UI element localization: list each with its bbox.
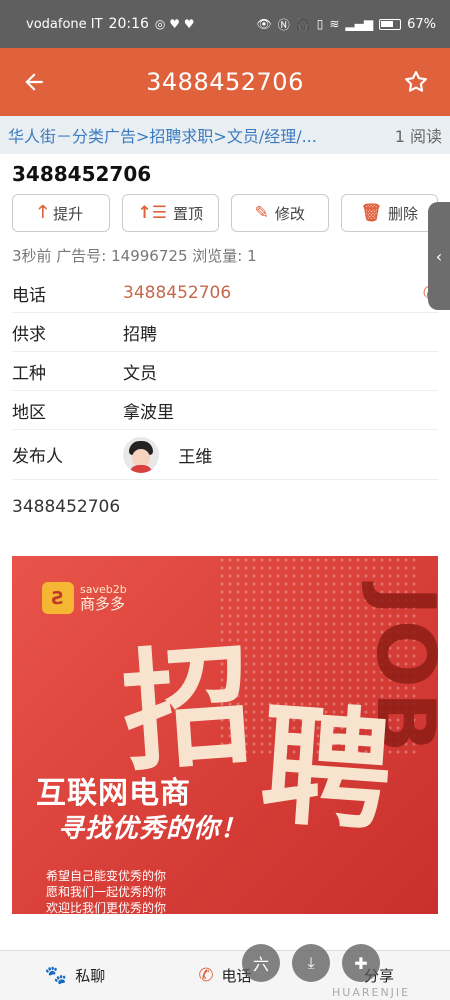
wifi-icon: ≋ <box>329 17 340 31</box>
favorite-button[interactable] <box>382 48 450 116</box>
download-icon: ⤓ <box>307 953 315 972</box>
info-table: 电话 3488452706 ✆ 供求 招聘 工种 文员 地区 拿波里 发布人 王… <box>12 274 438 480</box>
job-value: 文员 <box>123 363 157 384</box>
banner-small-line: 愿和我们一起优秀的你 <box>46 885 167 899</box>
phone-icon: ✆ <box>198 965 214 986</box>
type-label: 供求 <box>12 324 46 345</box>
area-label: 地区 <box>12 402 46 423</box>
banner-logo-en: saveb2b <box>80 582 127 596</box>
battery-percent: 67% <box>407 16 436 32</box>
chat-label: 私聊 <box>75 967 106 985</box>
poster-info[interactable]: 王维 <box>123 436 438 473</box>
info-row-phone: 电话 3488452706 ✆ <box>12 274 438 313</box>
chevron-left-icon: ‹ <box>435 246 443 266</box>
breadcrumb-bar: 华人街－分类广告>招聘求职>文员/经理/... 1 阅读 <box>0 116 450 154</box>
pin-top-button[interactable]: ↑☰ 置顶 <box>121 194 219 232</box>
paw-icon: 🐾 <box>44 965 68 986</box>
floating-tools: 六 ⤓ ✚ <box>242 944 380 982</box>
six-icon: 六 <box>252 955 269 974</box>
signal-icon: ▂▄▆ <box>345 17 374 31</box>
post-title: 3488452706 <box>12 162 152 186</box>
phone-label: 电话 <box>12 285 46 306</box>
recruitment-banner-image: JOB Ƨ saveb2b 商多多 招 聘 互联网电商 寻找优秀的你！ 希望自己… <box>12 556 438 914</box>
vibrate-icon: ▯ <box>316 17 324 31</box>
banner-small-text: 希望自己能变优秀的你 愿和我们一起优秀的你 欢迎比我们更优秀的你 <box>46 868 166 914</box>
download-button[interactable]: ⤓ <box>292 944 330 982</box>
post-meta: 3秒前 广告号: 14996725 浏览量: 1 <box>12 247 257 265</box>
promote-label: 提升 <box>53 204 84 223</box>
arrow-left-icon <box>25 73 43 91</box>
pin-top-icon: ↑☰ <box>137 203 167 223</box>
job-label: 工种 <box>12 363 46 384</box>
poster-label: 发布人 <box>12 447 63 467</box>
headphones-icon: 🎧 <box>295 17 311 31</box>
phone-value[interactable]: 3488452706 <box>123 283 423 303</box>
star-outline-icon <box>405 71 427 92</box>
poster-name[interactable]: 王维 <box>178 447 212 467</box>
edit-button[interactable]: ✎ 修改 <box>231 194 329 232</box>
nfc-icon: Ⓝ <box>277 17 290 32</box>
type-value: 招聘 <box>123 324 157 345</box>
clock: 20:16 <box>108 16 149 32</box>
info-row-area: 地区 拿波里 <box>12 391 438 430</box>
pin-top-label: 置顶 <box>172 204 203 223</box>
pencil-icon: ✎ <box>254 203 269 223</box>
action-row: 🡑 提升 ↑☰ 置顶 ✎ 修改 🗑 删除 <box>12 194 438 232</box>
notification-icons: ◎ ♥ ♥ <box>154 17 195 31</box>
breadcrumb[interactable]: 华人街－分类广告>招聘求职>文员/经理/... <box>8 123 387 147</box>
battery-icon <box>379 18 402 30</box>
banner-char-recruit: 招 <box>117 627 258 790</box>
banner-subline: 寻找优秀的你！ <box>58 814 248 844</box>
carrier-text: vodafone IT <box>26 16 103 32</box>
banner-logo: Ƨ saveb2b 商多多 <box>42 582 127 614</box>
post-description: 3488452706 <box>12 497 121 517</box>
edit-label: 修改 <box>274 204 305 223</box>
banner-char-hire: 聘 <box>256 687 397 850</box>
area-value: 拿波里 <box>123 402 174 423</box>
apps-icon: ✚ <box>354 953 368 973</box>
apps-button[interactable]: ✚ <box>342 944 380 982</box>
arrow-up-icon: 🡑 <box>38 201 48 222</box>
info-row-type: 供求 招聘 <box>12 313 438 352</box>
avatar[interactable] <box>123 436 159 473</box>
eye-icon: 👁 <box>256 17 272 31</box>
app-bar: 3488452706 <box>0 48 450 116</box>
info-row-job: 工种 文员 <box>12 352 438 391</box>
delete-button[interactable]: 🗑 删除 <box>340 194 438 232</box>
read-count: 1 阅读 <box>394 127 442 146</box>
delete-label: 删除 <box>388 204 419 223</box>
trash-icon: 🗑 <box>360 203 383 223</box>
side-drawer-handle[interactable]: ‹ <box>428 202 450 310</box>
banner-logo-icon: Ƨ <box>42 582 74 614</box>
status-bar: vodafone IT 20:16 ◎ ♥ ♥ 👁 Ⓝ 🎧 ▯ ≋ ▂▄▆ 67… <box>0 0 450 48</box>
banner-small-line: 希望自己能变优秀的你 <box>46 869 167 883</box>
six-icon-button[interactable]: 六 <box>242 944 280 982</box>
back-button[interactable] <box>0 48 68 116</box>
banner-headline: 互联网电商 <box>36 776 191 811</box>
info-row-poster: 发布人 王维 <box>12 430 438 480</box>
promote-button[interactable]: 🡑 提升 <box>12 194 110 232</box>
page-title: 3488452706 <box>146 68 304 96</box>
watermark: HUARENJIE <box>332 986 411 999</box>
chat-button[interactable]: 🐾 私聊 <box>0 965 150 986</box>
banner-small-line: 欢迎比我们更优秀的你 <box>46 901 167 914</box>
